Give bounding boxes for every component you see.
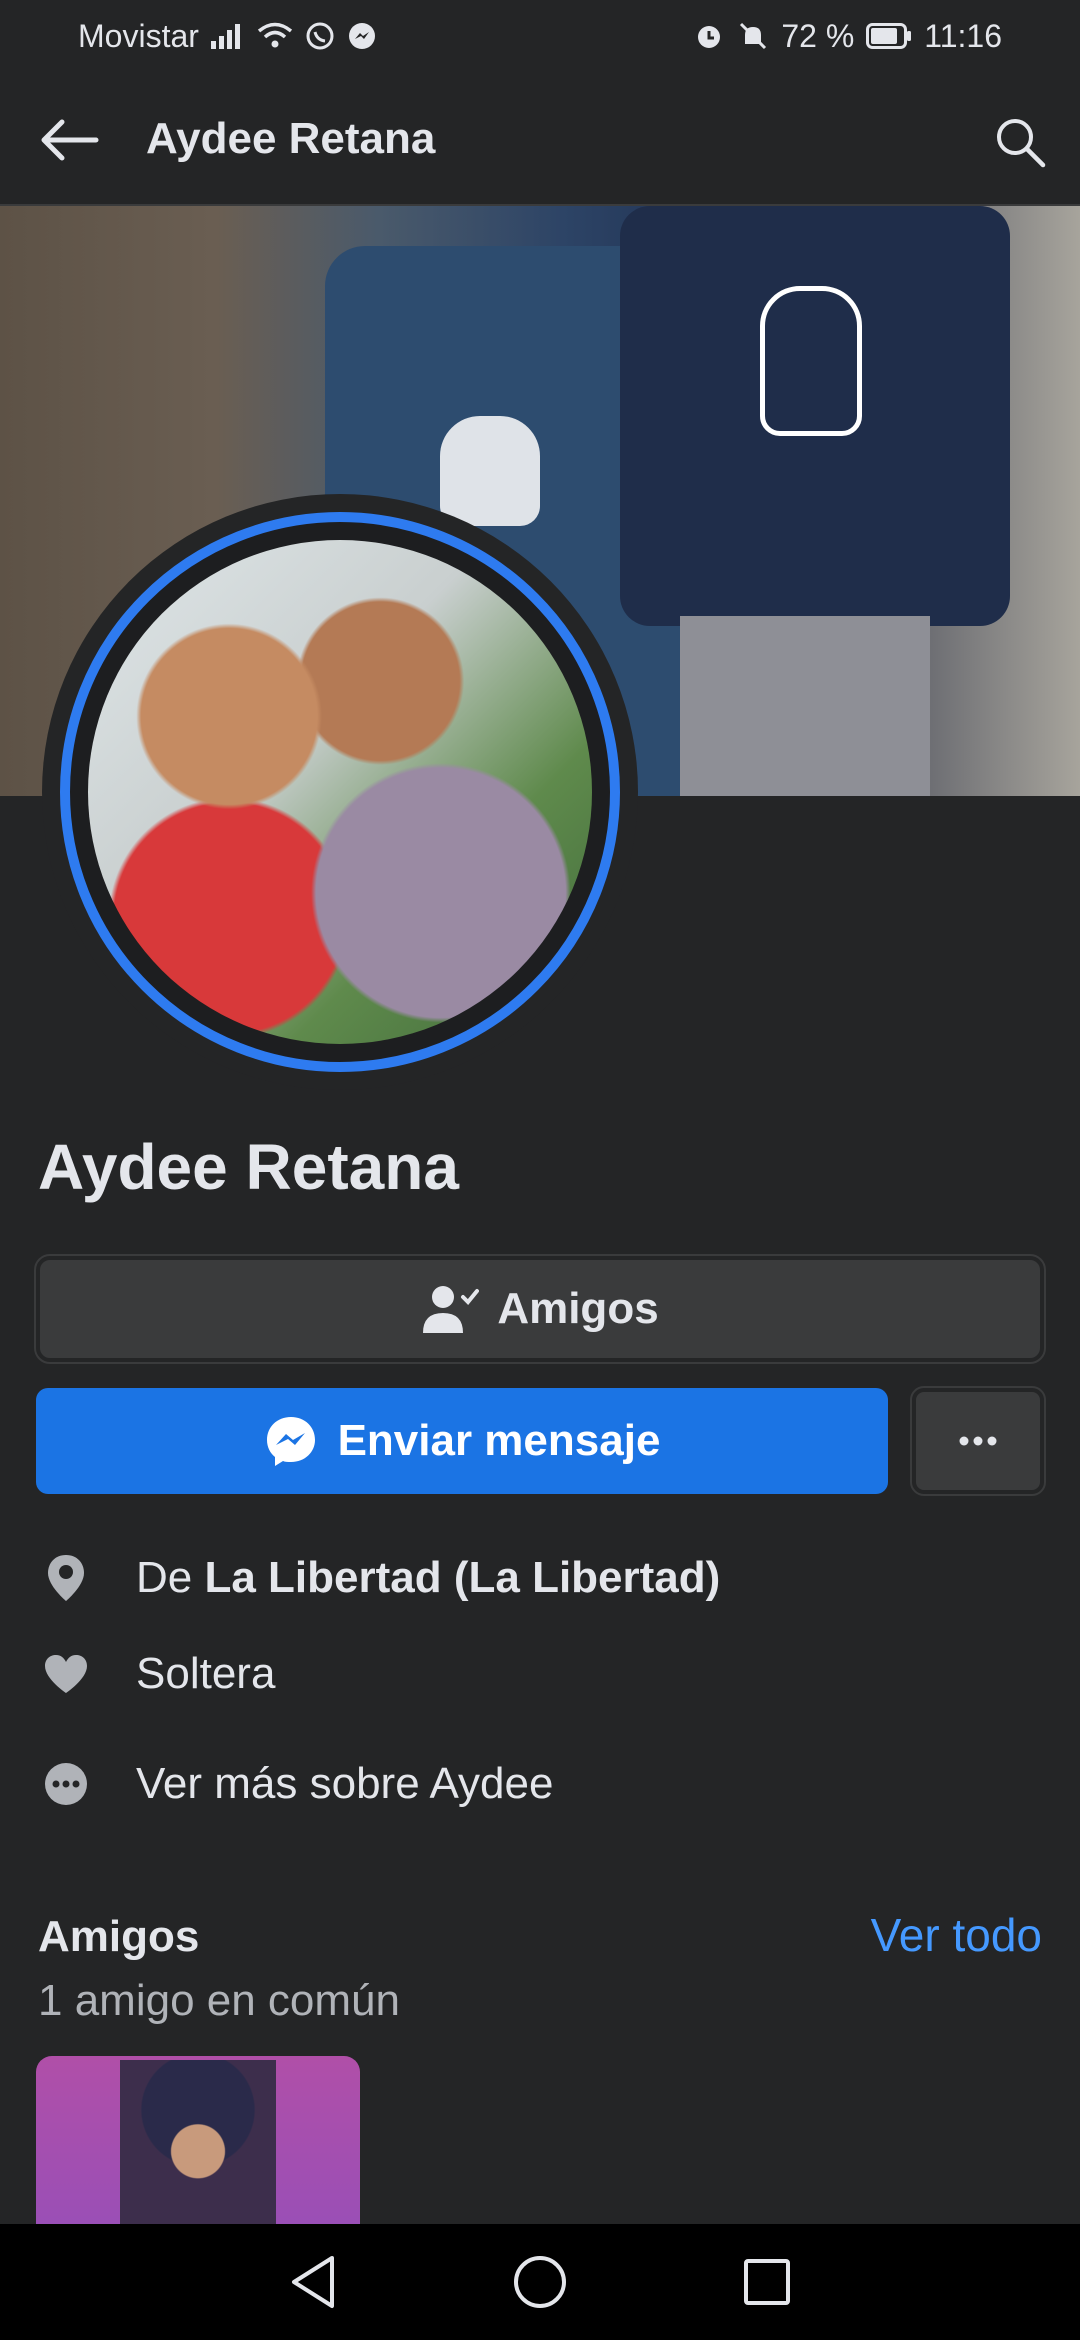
square-recents-icon [743,2259,790,2305]
arrow-left-icon [41,119,99,161]
system-nav-bar [0,2224,1080,2340]
hometown-value[interactable]: La Libertad (La Libertad) [204,1553,720,1602]
friend-card[interactable] [36,2056,360,2226]
battery-icon [866,23,912,49]
cover-hand-graphic [760,286,862,436]
friends-section-title: Amigos [38,1912,200,1961]
hometown-prefix: De [136,1553,193,1602]
app-bar: Aydee Retana [0,72,1080,206]
profile-photo-image [88,540,592,1044]
status-bar: Movistar 72 % 11:16 [0,0,1080,72]
hometown-row: De La Libertad (La Libertad) [40,1538,720,1618]
more-options-button[interactable] [910,1386,1046,1496]
friends-button[interactable]: Amigos [34,1254,1046,1364]
friend-check-icon [423,1286,480,1333]
clock: 11:16 [924,17,1002,54]
send-message-button[interactable]: Enviar mensaje [36,1388,888,1494]
app-bar-title: Aydee Retana [146,114,436,163]
relationship-text: Soltera [136,1649,276,1698]
alarm-icon [693,20,725,52]
cover-shirt-graphic [440,416,540,526]
circle-home-icon [513,2256,566,2308]
heart-icon [40,1648,92,1700]
hometown-text: De La Libertad (La Libertad) [136,1553,720,1603]
signal-icon [210,23,245,49]
location-pin-icon [40,1552,92,1604]
profile-picture[interactable] [60,512,620,1072]
messenger-icon [266,1417,315,1466]
cover-pants [680,616,930,796]
nav-back-button[interactable] [273,2242,353,2322]
nav-home-button[interactable] [500,2242,580,2322]
search-icon [997,119,1046,168]
nav-recents-button[interactable] [727,2242,807,2322]
whatsapp-icon [305,21,335,51]
search-button[interactable] [988,112,1052,172]
see-more-row[interactable]: Ver más sobre Aydee [40,1744,553,1824]
profile-picture-frame[interactable] [42,494,638,1090]
see-all-link[interactable]: Ver todo [871,1908,1042,1962]
wifi-icon [257,22,293,50]
friends-button-label: Amigos [497,1284,659,1333]
carrier-label: Movistar [78,17,199,54]
relationship-row: Soltera [40,1634,275,1714]
more-dots-icon [959,1436,997,1446]
battery-percent: 72 % [781,17,855,54]
more-circle-icon [40,1758,92,1810]
back-button[interactable] [38,112,102,168]
send-message-label: Enviar mensaje [337,1416,661,1465]
mutual-friends-count: 1 amigo en común [38,1976,400,2025]
mute-bell-icon [737,20,769,52]
messenger-status-icon [347,21,377,51]
triangle-back-icon [292,2256,335,2308]
friend-photo [120,2060,276,2226]
profile-name: Aydee Retana [38,1131,459,1203]
see-more-text[interactable]: Ver más sobre Aydee [136,1759,553,1809]
